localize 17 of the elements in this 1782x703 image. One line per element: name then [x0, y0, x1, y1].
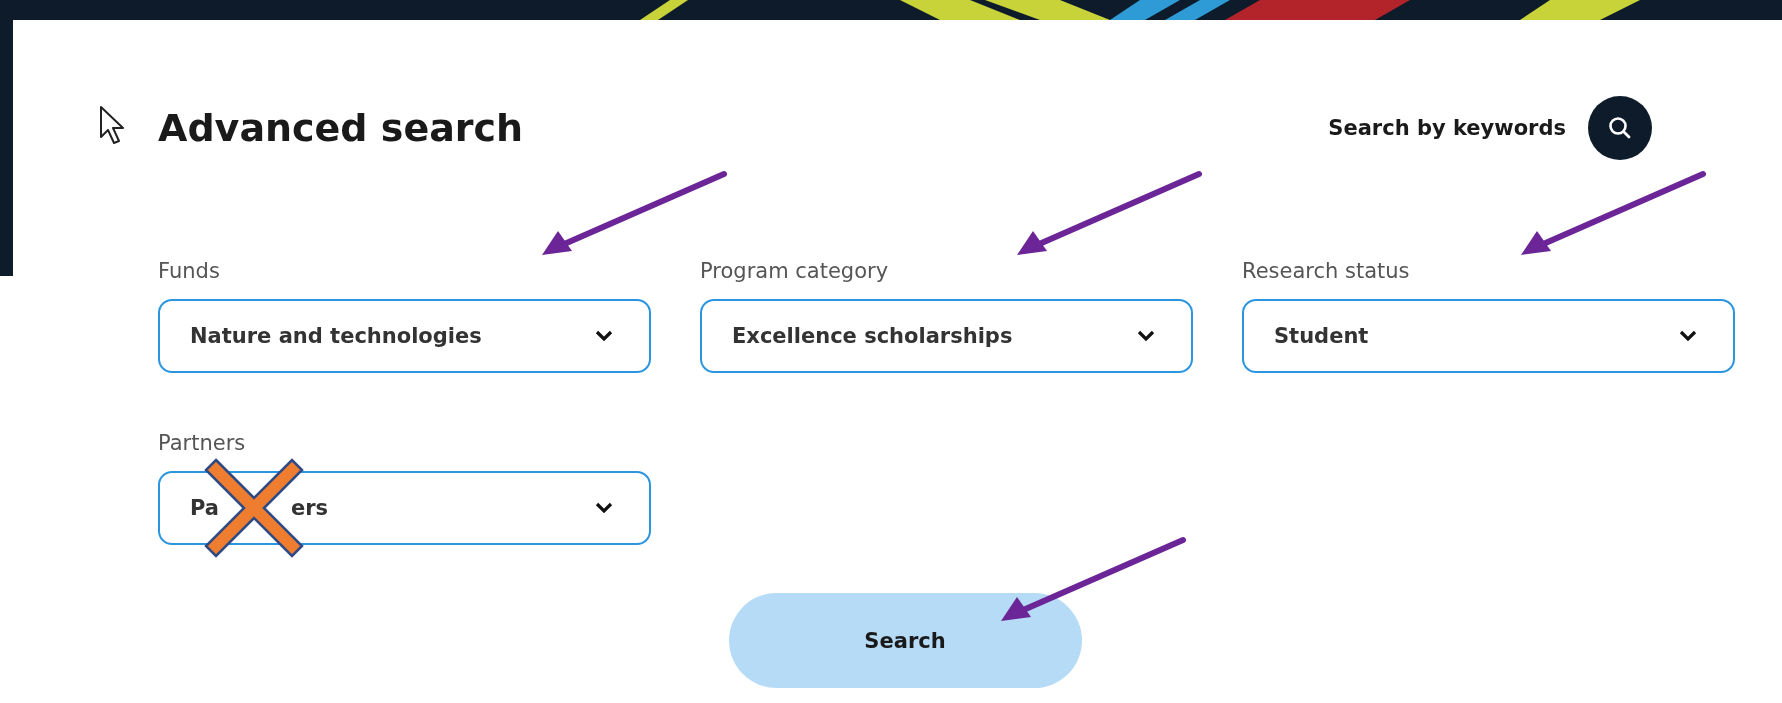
field-label: Research status — [1242, 259, 1411, 285]
keyword-search-label: Search by keywords — [1328, 116, 1566, 140]
chevron-down-icon — [595, 330, 613, 342]
page-title: Advanced search — [158, 106, 524, 150]
field-label: Partners — [158, 431, 247, 457]
search-icon — [1607, 115, 1633, 141]
cursor-icon — [99, 105, 125, 145]
dropdown-select[interactable]: Student — [1242, 299, 1735, 373]
chevron-down-icon — [595, 502, 613, 514]
field-label: Funds — [158, 259, 221, 285]
chevron-down-icon — [1679, 330, 1697, 342]
chevron-down-icon — [1137, 330, 1155, 342]
dropdown-select[interactable]: Excellence scholarships — [700, 299, 1193, 373]
dropdown-select[interactable]: Pa ers — [158, 471, 651, 545]
search-submit-button[interactable]: Search — [728, 593, 1082, 688]
dropdown-select[interactable]: Nature and technologies — [158, 299, 651, 373]
field-label: Program category — [700, 259, 890, 285]
